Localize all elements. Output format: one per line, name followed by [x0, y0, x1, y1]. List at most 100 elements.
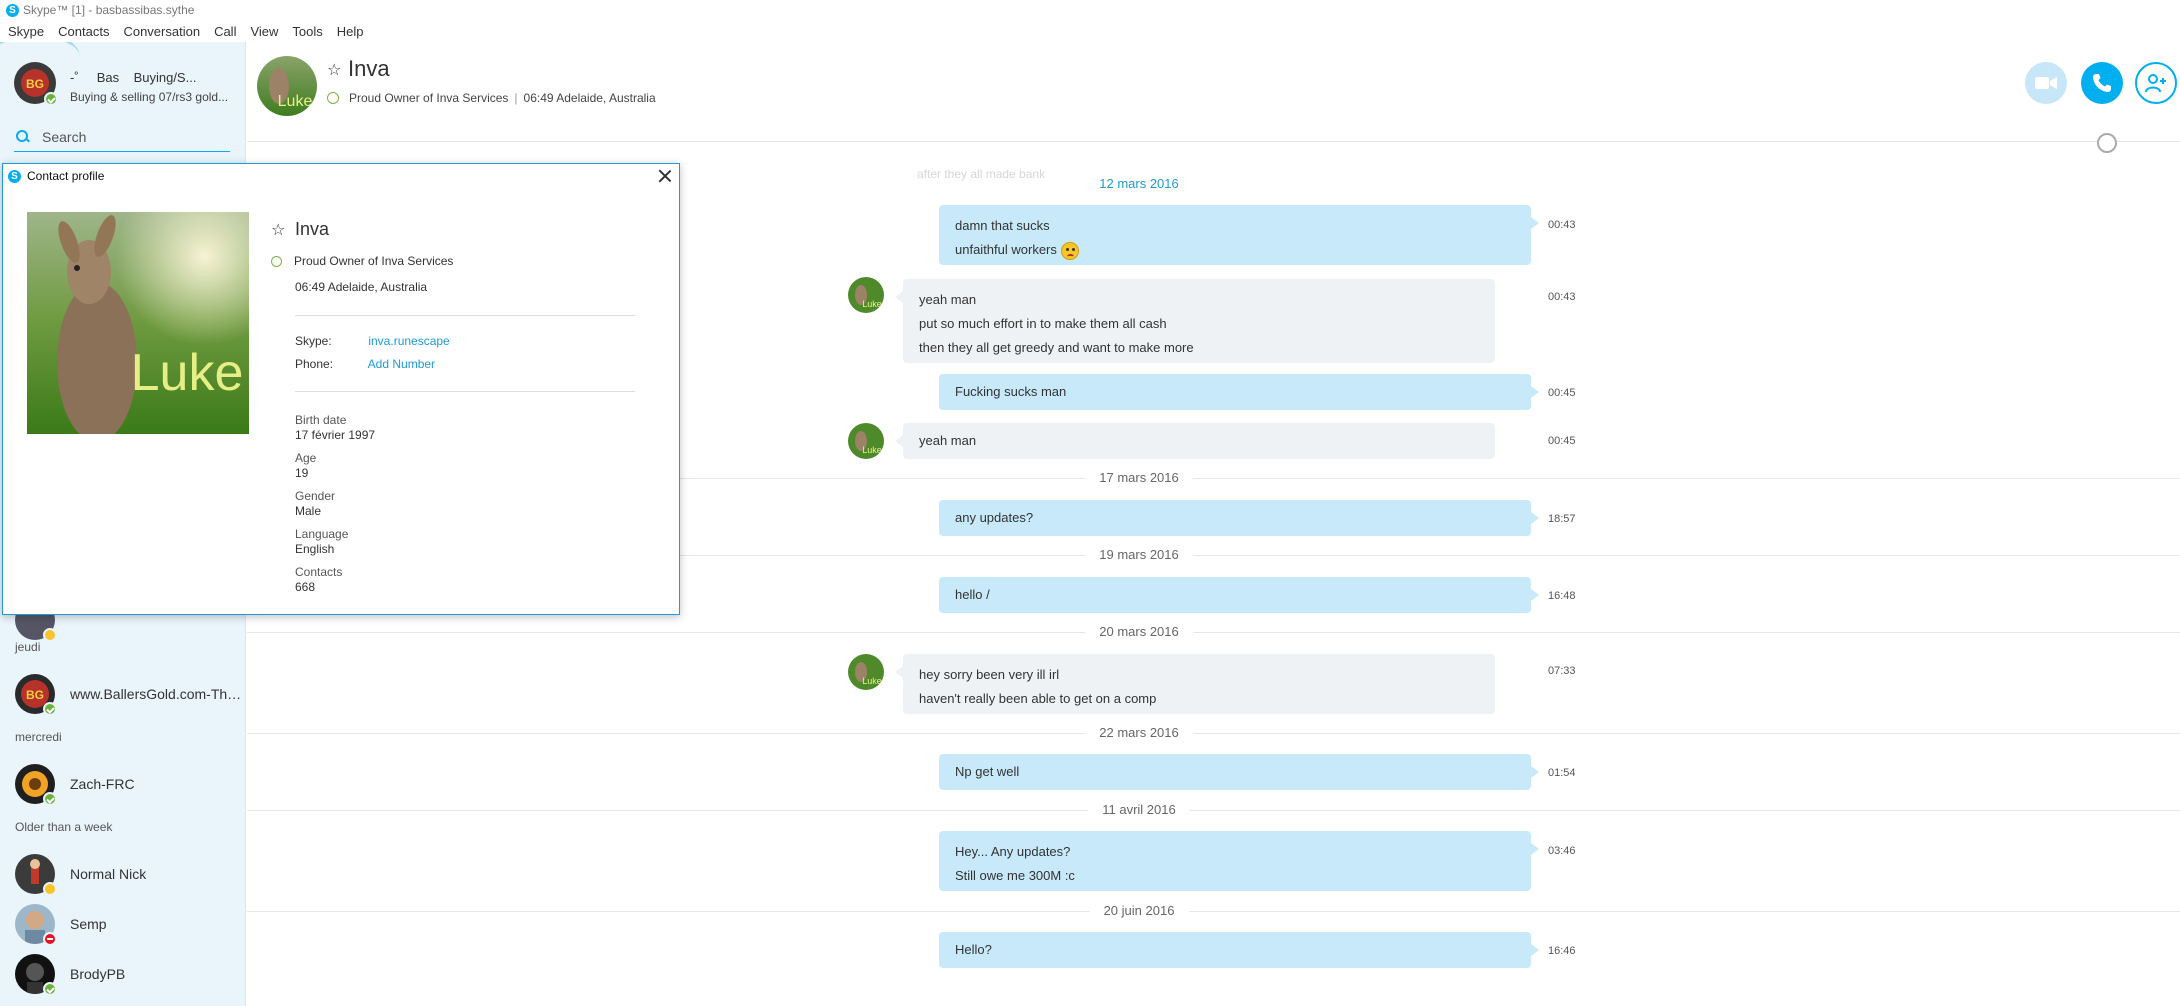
my-profile[interactable]: BG -˚ Bas Buying/S... Buying & selling 0… [14, 62, 244, 112]
date-label: 20 juin 2016 [1089, 903, 1189, 918]
date-label: 20 mars 2016 [1085, 624, 1193, 639]
message-time: 01:54 [1548, 767, 1576, 779]
contact-item-normal-nick[interactable]: Normal Nick [15, 854, 245, 896]
svg-text:Luke: Luke [862, 445, 882, 455]
contact-mood-line: Proud Owner of Inva Services | 06:49 Ade… [327, 91, 656, 105]
contact-header-avatar[interactable]: Luke [257, 56, 317, 116]
contact-profile-dialog: S Contact profile Luke ☆ Inva Proud Owne… [2, 163, 680, 615]
message-text: Hey... Any updates? [955, 844, 1071, 859]
field-value: Male [295, 504, 322, 518]
field-label: Language [295, 527, 349, 541]
contact-avatar [15, 954, 57, 996]
add-person-icon [2145, 74, 2166, 93]
contact-name: Zach-FRC [70, 776, 135, 792]
video-call-button[interactable] [2025, 62, 2067, 104]
message-bubble-outgoing[interactable]: hello / [939, 577, 1539, 613]
favorite-star-icon[interactable]: ☆ [327, 60, 341, 80]
audio-call-button[interactable] [2081, 62, 2123, 104]
profile-name: Inva [295, 219, 330, 239]
away-status-icon [43, 882, 57, 896]
contact-avatar [15, 904, 57, 946]
search-box[interactable] [14, 122, 230, 152]
add-people-button[interactable] [2135, 62, 2177, 104]
profile-phone-row: Phone: Add Number [295, 357, 435, 371]
message-bubble-incoming[interactable]: yeah man [895, 423, 1495, 459]
sender-avatar[interactable]: Luke [848, 423, 884, 459]
busy-status-icon [43, 932, 57, 946]
message-text: yeah man [919, 292, 977, 307]
message-text: hey sorry been very ill irl [919, 667, 1060, 682]
field-value: 17 février 1997 [295, 428, 376, 442]
message-text: then they all get greedy and want to mak… [919, 340, 1194, 355]
contact-avatar: BG [15, 674, 57, 716]
message-text: put so much effort in to make them all c… [919, 316, 1167, 331]
menu-bar: Skype Contacts Conversation Call View To… [0, 21, 378, 41]
contact-item-semp[interactable]: Semp [15, 904, 245, 946]
menu-skype[interactable]: Skype [8, 24, 44, 39]
message-bubble-outgoing[interactable]: Fucking sucks man [939, 374, 1539, 410]
message-text: hello / [955, 587, 990, 602]
date-separator: 20 juin 2016 [247, 902, 2180, 922]
contact-name: BrodyPB [70, 966, 126, 982]
dialog-title: Contact profile [27, 169, 105, 183]
message-bubble-outgoing[interactable]: Hello? [939, 932, 1539, 968]
date-label: 17 mars 2016 [1085, 470, 1193, 485]
my-name: -˚ Bas Buying/S... [70, 70, 197, 85]
message-time: 16:46 [1548, 945, 1576, 957]
field-label: Gender [295, 489, 336, 503]
search-icon [16, 129, 30, 144]
status-circle-icon [327, 92, 339, 104]
contact-item-zach[interactable]: Zach-FRC [15, 764, 245, 806]
contact-item-ballersgold[interactable]: BG www.BallersGold.com-The... [15, 674, 245, 716]
message-bubble-incoming[interactable]: hey sorry been very ill irl haven't real… [895, 654, 1495, 714]
dialog-title-bar[interactable]: S Contact profile [3, 164, 679, 188]
menu-view[interactable]: View [250, 24, 278, 39]
profile-field-birthdate: Birth date 17 février 1997 [295, 413, 375, 442]
title-bar: S Skype™ [1] - basbassibas.sythe [0, 0, 2180, 20]
date-separator: 11 avril 2016 [247, 801, 2180, 821]
favorite-star-icon[interactable]: ☆ [271, 220, 285, 240]
field-value: 19 [295, 466, 309, 480]
section-label-older: Older than a week [15, 820, 113, 834]
message-text: yeah man [919, 433, 977, 448]
profile-skype-row: Skype: inva.runescape [295, 334, 450, 348]
message-text: Hello? [955, 942, 992, 957]
globe-icon[interactable] [2097, 133, 2117, 153]
contact-item-brodypb[interactable]: BrodyPB [15, 954, 245, 996]
sad-face-emoji-icon [1060, 241, 1079, 260]
menu-tools[interactable]: Tools [292, 24, 322, 39]
date-separator: 20 mars 2016 [247, 623, 2180, 643]
message-bubble-outgoing[interactable]: Hey... Any updates? Still owe me 300M :c [939, 831, 1539, 891]
search-input[interactable] [42, 128, 222, 145]
add-number-link[interactable]: Add Number [368, 357, 435, 371]
my-mood: Buying & selling 07/rs3 gold... [70, 90, 229, 104]
message-bubble-outgoing[interactable]: any updates? [939, 500, 1539, 536]
message-bubble-outgoing[interactable]: Np get well [939, 754, 1539, 790]
close-icon[interactable] [657, 168, 673, 184]
video-camera-icon [2035, 77, 2057, 89]
date-label: 22 mars 2016 [1085, 725, 1193, 740]
message-time: 00:45 [1548, 387, 1576, 399]
contact-item[interactable] [15, 600, 245, 662]
contact-avatar [15, 854, 57, 896]
message-time: 03:46 [1548, 845, 1576, 857]
menu-help[interactable]: Help [337, 24, 364, 39]
divider [295, 315, 635, 316]
away-status-icon [43, 628, 57, 642]
field-label: Contacts [295, 565, 343, 579]
date-label: 11 avril 2016 [1088, 802, 1190, 817]
menu-conversation[interactable]: Conversation [123, 24, 200, 39]
menu-contacts[interactable]: Contacts [58, 24, 109, 39]
message-bubble-outgoing[interactable]: damn that sucks unfaithful workers [939, 205, 1539, 265]
menu-call[interactable]: Call [214, 24, 236, 39]
message-time: 00:45 [1548, 435, 1576, 447]
sender-avatar[interactable]: Luke [848, 654, 884, 690]
sender-avatar[interactable]: Luke [848, 277, 884, 313]
skype-name-link[interactable]: inva.runescape [368, 334, 449, 348]
field-value: 668 [295, 580, 316, 594]
message-bubble-incoming[interactable]: yeah man put so much effort in to make t… [895, 279, 1495, 363]
my-avatar[interactable]: BG [14, 62, 58, 106]
online-status-icon [43, 702, 57, 716]
skype-label: Skype: [295, 334, 332, 348]
date-separator: 22 mars 2016 [247, 724, 2180, 744]
